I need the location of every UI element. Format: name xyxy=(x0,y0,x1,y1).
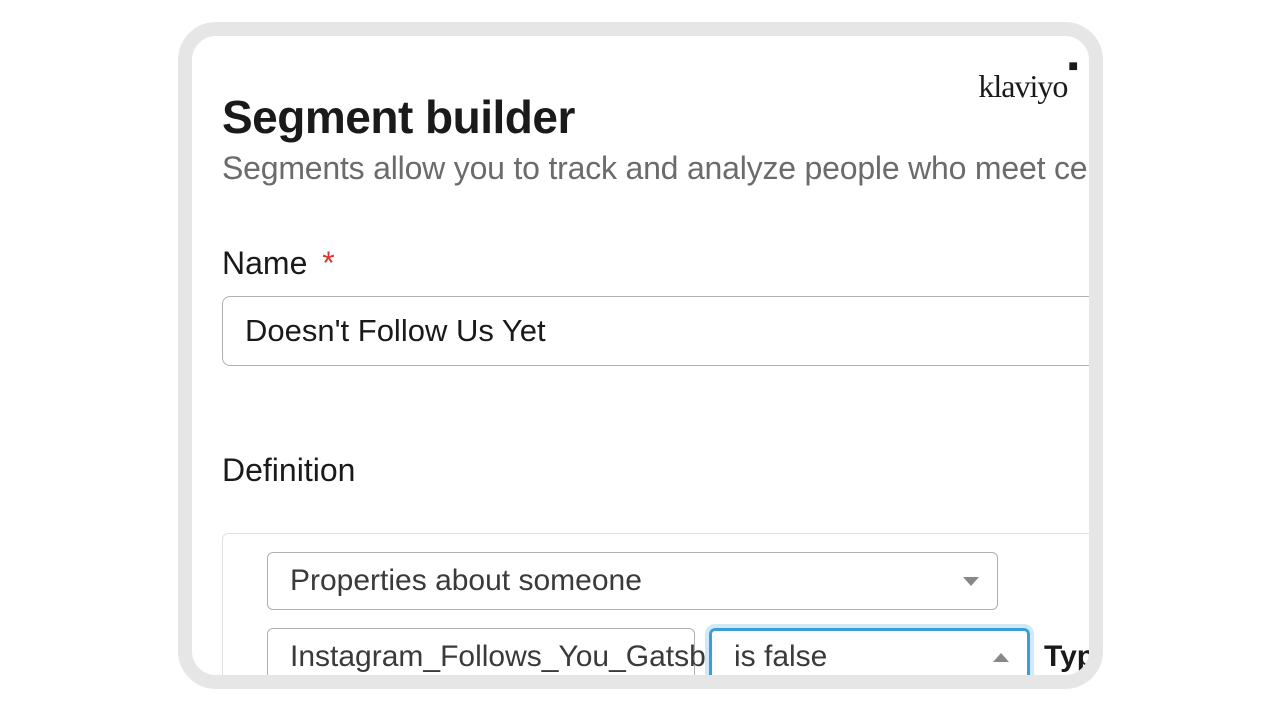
operator-value: is false xyxy=(734,640,827,674)
page-subtitle: Segments allow you to track and analyze … xyxy=(222,150,1089,187)
property-dropdown[interactable]: Instagram_Follows_You_Gatsby xyxy=(267,628,695,686)
logo-text: klaviyo xyxy=(978,68,1067,104)
content-area: klaviyo■ Segment builder Segments allow … xyxy=(192,36,1089,675)
name-label-text: Name xyxy=(222,245,307,281)
condition-type-dropdown[interactable]: Properties about someone xyxy=(267,552,998,610)
condition-type-row: Properties about someone xyxy=(267,552,1103,610)
name-field-label: Name * xyxy=(222,245,1089,282)
operator-dropdown[interactable]: is false xyxy=(709,628,1030,686)
property-value: Instagram_Follows_You_Gatsby xyxy=(290,640,721,674)
definition-rule-box: Properties about someone Instagram_Follo… xyxy=(222,533,1103,689)
chevron-down-icon xyxy=(963,577,979,586)
chevron-up-icon xyxy=(993,653,1009,662)
app-frame: klaviyo■ Segment builder Segments allow … xyxy=(178,22,1103,689)
property-operator-row: Instagram_Follows_You_Gatsby is false Ty… xyxy=(267,628,1103,686)
segment-name-input[interactable] xyxy=(222,296,1103,366)
brand-logo: klaviyo■ xyxy=(978,68,1077,105)
logo-mark: ■ xyxy=(1068,58,1077,75)
definition-section-label: Definition xyxy=(222,452,1089,489)
condition-type-value: Properties about someone xyxy=(290,564,642,598)
type-label-partial: Typ xyxy=(1044,640,1095,674)
required-indicator: * xyxy=(322,245,334,281)
page-title: Segment builder xyxy=(222,90,1089,144)
